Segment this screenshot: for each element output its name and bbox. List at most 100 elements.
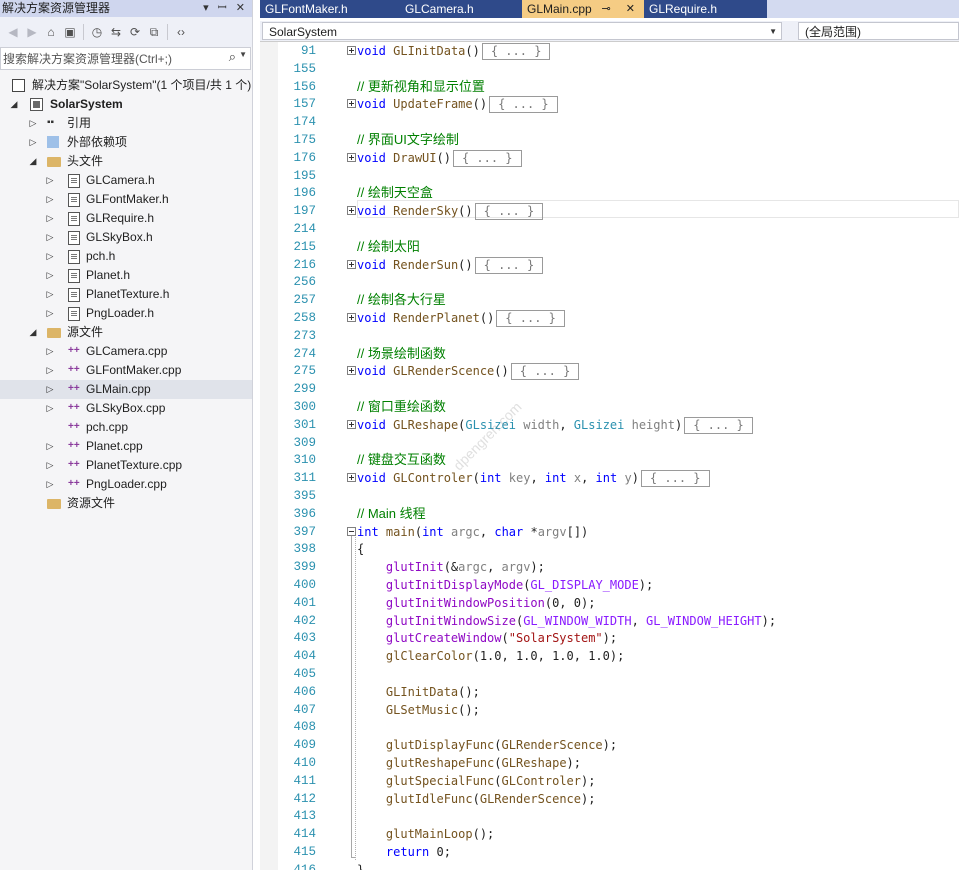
code-line[interactable]: 174 xyxy=(260,113,959,131)
code-line[interactable]: 215 // 绘制太阳 xyxy=(260,238,959,256)
dropdown-icon[interactable]: ▾ xyxy=(203,2,212,14)
code-line[interactable]: 408 xyxy=(260,718,959,736)
collapsed-arrow-icon[interactable]: ▷ xyxy=(44,361,56,380)
collapse-outline-icon[interactable] xyxy=(347,527,356,536)
expand-outline-icon[interactable] xyxy=(347,366,356,375)
tree-item[interactable]: ▷ ++ GLSkyBox.cpp xyxy=(0,399,252,418)
title-bar-buttons[interactable]: ▾ ꟷ ✕ xyxy=(203,0,248,17)
tree-item[interactable]: ▷ ++ Planet.cpp xyxy=(0,437,252,456)
code-line[interactable]: 274 // 场景绘制函数 xyxy=(260,345,959,363)
code-line[interactable]: 301 void GLReshape(GLsizei width, GLsizei… xyxy=(260,416,959,434)
back-icon[interactable]: ◀ xyxy=(4,22,22,42)
code-line[interactable]: 411 glutSpecialFunc(GLControler); xyxy=(260,772,959,790)
tree-item[interactable]: ◢ 源文件 xyxy=(0,323,252,342)
code-line[interactable]: 410 glutReshapeFunc(GLReshape); xyxy=(260,754,959,772)
code-line[interactable]: 311 void GLControler(int key, int x, int … xyxy=(260,469,959,487)
code-line[interactable]: 157 void UpdateFrame(){ ... } xyxy=(260,95,959,113)
forward-icon[interactable]: ▶ xyxy=(23,22,41,42)
pending-changes-icon[interactable]: ◷ xyxy=(88,22,106,42)
expand-outline-icon[interactable] xyxy=(347,206,356,215)
expand-outline-icon[interactable] xyxy=(347,153,356,162)
tab-glmain-cpp[interactable]: GLMain.cpp ⊸ ✕ xyxy=(522,0,647,18)
code-line[interactable]: 273 xyxy=(260,327,959,345)
code-line[interactable]: 300 // 窗口重绘函数 xyxy=(260,398,959,416)
tree-item[interactable]: 解决方案"SolarSystem"(1 个项目/共 1 个) xyxy=(0,76,252,95)
expand-outline-icon[interactable] xyxy=(347,99,356,108)
tree-item[interactable]: ▷ ++ GLFontMaker.cpp xyxy=(0,361,252,380)
collapsed-arrow-icon[interactable]: ▷ xyxy=(44,266,56,285)
collapsed-arrow-icon[interactable]: ▷ xyxy=(44,475,56,494)
home-icon[interactable]: ⌂ xyxy=(42,22,60,42)
switch-views-icon[interactable]: ▣ xyxy=(61,22,79,42)
collapsed-arrow-icon[interactable]: ▷ xyxy=(44,437,56,456)
collapsed-arrow-icon[interactable]: ▷ xyxy=(44,247,56,266)
collapsed-arrow-icon[interactable]: ▷ xyxy=(44,399,56,418)
tree-item[interactable]: ▷ GLSkyBox.h xyxy=(0,228,252,247)
code-line[interactable]: 403 glutCreateWindow("SolarSystem"); xyxy=(260,629,959,647)
code-line[interactable]: 91 void GLInitData(){ ... } xyxy=(260,42,959,60)
tree-item[interactable]: ▷ 外部依赖项 xyxy=(0,133,252,152)
collapsed-block[interactable]: { ... } xyxy=(474,257,544,274)
collapsed-block[interactable]: { ... } xyxy=(489,96,558,113)
code-line[interactable]: 275 void GLRenderScence(){ ... } xyxy=(260,362,959,380)
expand-outline-icon[interactable] xyxy=(347,313,356,322)
tree-item[interactable]: ++ pch.cpp xyxy=(0,418,252,437)
close-icon[interactable]: ✕ xyxy=(236,2,248,14)
code-line[interactable]: 415 return 0; xyxy=(260,843,959,861)
search-box[interactable]: ⌕ ▼ xyxy=(0,47,251,70)
code-line[interactable]: 404 glClearColor(1.0, 1.0, 1.0, 1.0); xyxy=(260,647,959,665)
collapsed-block[interactable]: { ... } xyxy=(510,363,580,380)
code-line[interactable]: 155 xyxy=(260,60,959,78)
code-line[interactable]: 299 xyxy=(260,380,959,398)
tab-pin-close-icons[interactable]: ⊸ ✕ xyxy=(602,0,642,18)
expand-outline-icon[interactable] xyxy=(347,46,356,55)
tree-item[interactable]: 资源文件 xyxy=(0,494,252,513)
code-line[interactable]: 396 // Main 线程 xyxy=(260,505,959,523)
collapsed-arrow-icon[interactable]: ▷ xyxy=(44,304,56,323)
chevron-down-icon[interactable]: ▼ xyxy=(769,23,777,41)
collapsed-arrow-icon[interactable]: ▷ xyxy=(44,342,56,361)
expanded-arrow-icon[interactable]: ◢ xyxy=(8,95,20,114)
collapsed-arrow-icon[interactable]: ▷ xyxy=(44,228,56,247)
code-line[interactable]: 398 { xyxy=(260,540,959,558)
code-editor[interactable]: 91 void GLInitData(){ ... } 155 156 // 更新视角和… xyxy=(260,42,959,870)
sync-icon[interactable]: ⇆ xyxy=(107,22,125,42)
code-line[interactable]: 258 void RenderPlanet(){ ... } xyxy=(260,309,959,327)
tree-item[interactable]: ▷ Planet.h xyxy=(0,266,252,285)
collapsed-arrow-icon[interactable]: ▷ xyxy=(44,171,56,190)
collapsed-block[interactable]: { ... } xyxy=(640,470,710,487)
code-line[interactable]: 414 glutMainLoop(); xyxy=(260,825,959,843)
code-line[interactable]: 176 void DrawUI(){ ... } xyxy=(260,149,959,167)
code-line[interactable]: 216 void RenderSun(){ ... } xyxy=(260,256,959,274)
collapse-all-icon[interactable]: ⧉ xyxy=(145,22,163,42)
tree-item[interactable]: ▷ ++ GLMain.cpp xyxy=(0,380,252,399)
scope-dropdown[interactable]: (全局范围) xyxy=(798,22,959,40)
project-dropdown[interactable]: SolarSystem ▼ xyxy=(262,22,782,40)
code-line[interactable]: 413 xyxy=(260,807,959,825)
code-line[interactable]: 196 // 绘制天空盒 xyxy=(260,184,959,202)
code-line[interactable]: 175 // 界面UI文字绘制 xyxy=(260,131,959,149)
code-line[interactable]: 407 GLSetMusic(); xyxy=(260,701,959,719)
code-line[interactable]: 399 glutInit(&argc, argv); xyxy=(260,558,959,576)
expanded-arrow-icon[interactable]: ◢ xyxy=(27,323,39,342)
code-line[interactable]: 156 // 更新视角和显示位置 xyxy=(260,78,959,96)
expand-outline-icon[interactable] xyxy=(347,260,356,269)
code-line[interactable]: 257 // 绘制各大行星 xyxy=(260,291,959,309)
tree-item[interactable]: ▷ ++ PlanetTexture.cpp xyxy=(0,456,252,475)
collapsed-block[interactable]: { ... } xyxy=(481,43,551,60)
code-line[interactable]: 310 // 键盘交互函数 xyxy=(260,451,959,469)
code-line[interactable]: 402 glutInitWindowSize(GL_WINDOW_WIDTH, … xyxy=(260,612,959,630)
collapsed-arrow-icon[interactable]: ▷ xyxy=(44,456,56,475)
code-line[interactable]: 409 glutDisplayFunc(GLRenderScence); xyxy=(260,736,959,754)
collapsed-arrow-icon[interactable]: ▷ xyxy=(27,133,39,152)
code-line[interactable]: 395 xyxy=(260,487,959,505)
code-line[interactable]: 400 glutInitDisplayMode(GL_DISPLAY_MODE)… xyxy=(260,576,959,594)
tree-item[interactable]: ▷ PngLoader.h xyxy=(0,304,252,323)
tree-item[interactable]: ▷ ++ PngLoader.cpp xyxy=(0,475,252,494)
pin-icon[interactable]: ꟷ xyxy=(218,2,230,14)
tab-glcamera-h[interactable]: GLCamera.h xyxy=(400,0,525,18)
code-line[interactable]: 406 GLInitData(); xyxy=(260,683,959,701)
collapsed-block[interactable]: { ... } xyxy=(496,310,565,327)
code-line[interactable]: 197 void RenderSky(){ ... } xyxy=(260,202,959,220)
collapsed-arrow-icon[interactable]: ▷ xyxy=(44,285,56,304)
